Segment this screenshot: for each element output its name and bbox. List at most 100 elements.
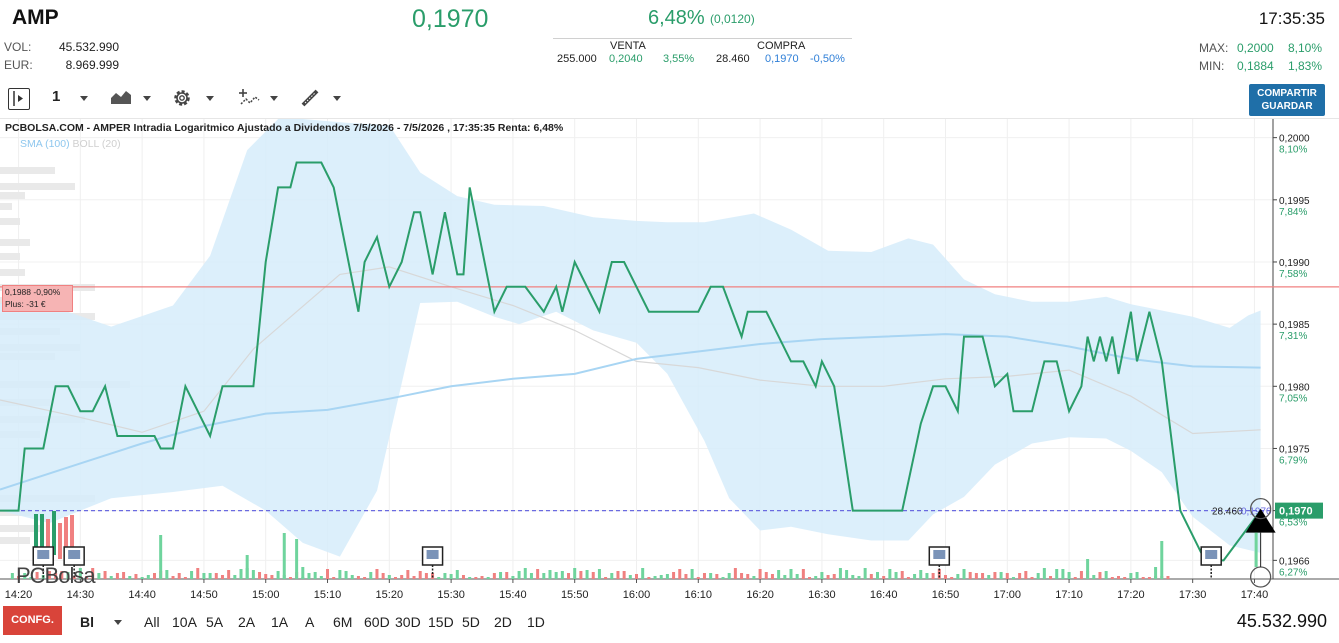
period-60d[interactable]: 60D — [364, 614, 390, 630]
volume-bar — [900, 571, 904, 579]
share-save-button[interactable]: COMPARTIR GUARDAR — [1249, 84, 1325, 116]
news-marker-icon — [426, 550, 439, 559]
volume-bar — [424, 573, 428, 579]
x-tick-label: 17:20 — [1117, 589, 1145, 601]
volume-bar — [1024, 571, 1028, 579]
volume-bar — [610, 573, 614, 579]
x-tick-label: 15:20 — [376, 589, 404, 601]
volume-bar — [999, 572, 1003, 579]
indicators-button[interactable] — [237, 88, 261, 113]
mode-chevron-down-icon[interactable] — [114, 620, 122, 625]
x-tick-label: 14:20 — [5, 589, 33, 601]
news-marker-icon — [37, 550, 50, 559]
interval-select[interactable]: 1 — [52, 88, 60, 105]
compra-pct: -0,50% — [810, 53, 845, 65]
legend-boll[interactable]: BOLL (20) — [73, 138, 121, 150]
volume-bar — [1055, 569, 1059, 579]
volume-bar — [672, 572, 676, 579]
settings-chevron-down-icon[interactable] — [206, 96, 214, 101]
volume-bar — [387, 575, 391, 579]
volume-bar — [925, 573, 929, 579]
mode-select[interactable]: Bl — [80, 614, 94, 630]
volume-bar — [183, 577, 187, 579]
volume-bar — [97, 573, 101, 579]
x-axis: 14:20 14:30 14:40 14:50 15:00 15:10 15:20 15:30… — [5, 579, 1268, 601]
period-a[interactable]: A — [305, 614, 314, 630]
volume-bar — [134, 574, 138, 579]
volume-bar — [567, 573, 571, 579]
volume-bar — [1166, 576, 1170, 579]
max-pct: 8,10% — [1288, 41, 1323, 55]
volume-bar — [140, 577, 144, 579]
volume-bar — [258, 572, 262, 579]
period-1a[interactable]: 1A — [271, 614, 288, 630]
volume-bar — [1141, 577, 1145, 579]
volume-bar — [517, 571, 521, 579]
indicators-chevron-down-icon[interactable] — [270, 96, 278, 101]
draw-tools-chevron-down-icon[interactable] — [333, 96, 341, 101]
eur-value: 8.969.999 — [65, 58, 119, 72]
panel-toggle-button[interactable] — [8, 88, 30, 110]
config-button[interactable]: CONFG. — [3, 606, 62, 635]
volume-bar — [332, 577, 336, 579]
volume-bar — [381, 573, 385, 579]
period-30d[interactable]: 30D — [395, 614, 421, 630]
chart-type-chevron-down-icon[interactable] — [143, 96, 151, 101]
volume-bar — [715, 574, 719, 579]
volume-bar — [418, 571, 422, 579]
volume-bar — [857, 576, 861, 579]
volume-bar — [338, 570, 342, 579]
volume-bar-large — [245, 555, 249, 579]
volume-bar — [820, 572, 824, 579]
period-5d[interactable]: 5D — [462, 614, 480, 630]
chart-type-button[interactable] — [110, 88, 132, 111]
volume-bar — [1011, 577, 1015, 579]
volume-bar — [288, 577, 292, 579]
volume-bar — [146, 575, 150, 579]
volume-bar — [443, 573, 447, 579]
volume-bar — [974, 573, 978, 579]
volume-bar — [319, 576, 323, 579]
y-tick-label: 0,2000 — [1279, 134, 1310, 145]
volume-bar — [1129, 573, 1133, 579]
period-2d[interactable]: 2D — [494, 614, 512, 630]
volume-bar — [449, 574, 453, 579]
period-all[interactable]: All — [144, 614, 160, 630]
bid-qty-label: 28.460 — [1212, 507, 1243, 518]
volume-bar — [375, 569, 379, 579]
min-pct: 1,83% — [1288, 59, 1323, 73]
y-tick-pct: 7,31% — [1279, 331, 1307, 342]
draw-tools-button[interactable] — [300, 88, 322, 113]
x-tick-label: 17:30 — [1179, 589, 1207, 601]
price-chart[interactable]: 0,20008,10%0,19957,84%0,19907,58%0,19857… — [0, 119, 1339, 604]
volume-bar — [165, 570, 169, 579]
x-tick-label: 15:30 — [437, 589, 465, 601]
volume-bar — [1098, 572, 1102, 579]
legend-sma[interactable]: SMA (100) — [20, 138, 70, 150]
volume-bar — [1092, 575, 1096, 579]
reference-line-label[interactable]: 0,1988 -0,90% Plus: -31 € — [2, 285, 73, 312]
volume-bar — [103, 571, 107, 579]
volume-bar — [838, 568, 842, 579]
volume-bar — [10, 573, 14, 579]
volume-bar — [1049, 576, 1053, 579]
interval-chevron-down-icon[interactable] — [80, 96, 88, 101]
chart-title: PCBOLSA.COM - AMPER Intradia Logaritmico… — [5, 122, 564, 134]
x-tick-label: 17:40 — [1241, 589, 1269, 601]
news-marker-icon — [1205, 550, 1218, 559]
period-6m[interactable]: 6M — [333, 614, 352, 630]
volume-bar — [356, 576, 360, 579]
period-2a[interactable]: 2A — [238, 614, 255, 630]
volume-bar — [851, 575, 855, 579]
indicator-legend[interactable]: SMA (100) BOLL (20) — [20, 138, 121, 150]
volume-bar — [251, 570, 255, 579]
volume-bar — [678, 569, 682, 579]
x-tick-label: 15:10 — [314, 589, 342, 601]
period-5a[interactable]: 5A — [206, 614, 223, 630]
volume-bar — [344, 571, 348, 579]
period-10a[interactable]: 10A — [172, 614, 197, 630]
period-15d[interactable]: 15D — [428, 614, 454, 630]
period-1d[interactable]: 1D — [527, 614, 545, 630]
volume-bar — [1079, 571, 1083, 579]
settings-button[interactable] — [171, 87, 193, 114]
